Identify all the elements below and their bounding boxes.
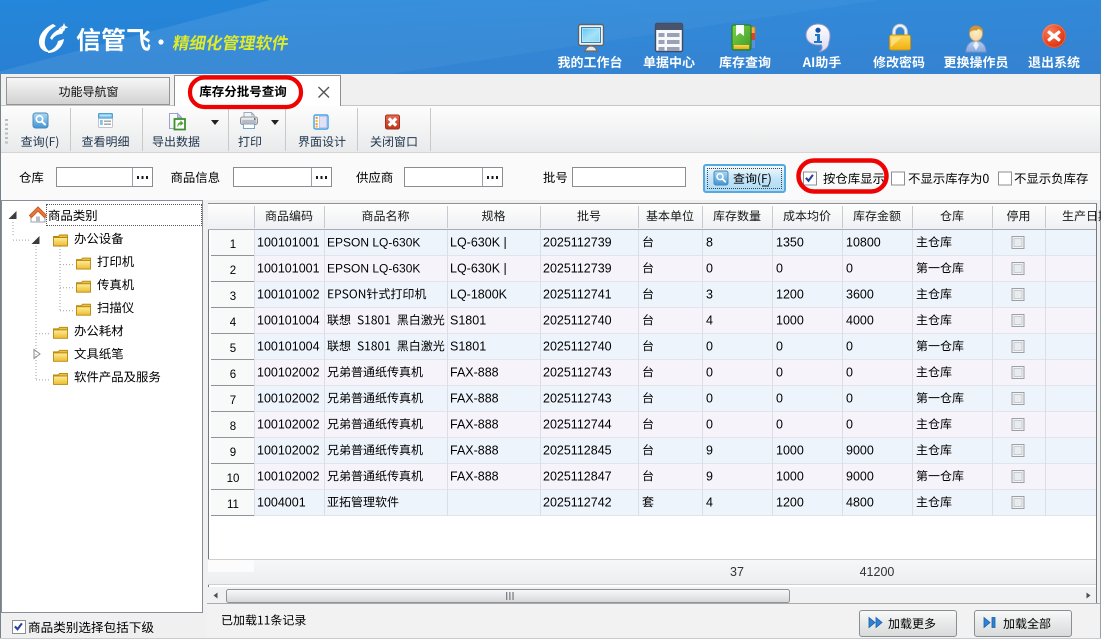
svg-text:2: 2 <box>230 265 236 277</box>
svg-text:9000: 9000 <box>846 469 874 483</box>
svg-text:1350: 1350 <box>776 235 804 249</box>
svg-text:4800: 4800 <box>846 495 874 509</box>
svg-text:0: 0 <box>846 261 853 275</box>
svg-text:FAX-888: FAX-888 <box>450 391 499 405</box>
svg-text:0: 0 <box>776 261 783 275</box>
svg-text:1004001: 1004001 <box>257 495 306 509</box>
svg-text:100101001: 100101001 <box>257 235 320 249</box>
svg-text:100102002: 100102002 <box>257 391 320 405</box>
svg-text:4000: 4000 <box>846 313 874 327</box>
svg-text:0: 0 <box>776 391 783 405</box>
svg-text:S1801: S1801 <box>450 313 486 327</box>
svg-text:41200: 41200 <box>860 565 895 579</box>
svg-text:1200: 1200 <box>776 287 804 301</box>
svg-text:0: 0 <box>776 417 783 431</box>
svg-text:0: 0 <box>846 391 853 405</box>
svg-text:11: 11 <box>227 499 239 511</box>
svg-text:100101004: 100101004 <box>257 339 320 353</box>
svg-text:10800: 10800 <box>846 235 881 249</box>
svg-text:1: 1 <box>230 239 236 251</box>
svg-text:2025112847: 2025112847 <box>543 469 612 483</box>
svg-text:S1801: S1801 <box>450 339 486 353</box>
svg-text:EPSON LQ-630K: EPSON LQ-630K <box>327 235 420 249</box>
svg-text:1000: 1000 <box>776 443 804 457</box>
svg-text:FAX-888: FAX-888 <box>450 417 499 431</box>
svg-text:FAX-888: FAX-888 <box>450 365 499 379</box>
svg-text:0: 0 <box>846 365 853 379</box>
svg-text:3: 3 <box>706 287 713 301</box>
svg-text:100101002: 100101002 <box>257 287 320 301</box>
svg-text:8: 8 <box>706 235 713 249</box>
svg-text:100101001: 100101001 <box>257 261 320 275</box>
svg-text:2025112740: 2025112740 <box>543 313 612 327</box>
svg-text:9: 9 <box>706 443 713 457</box>
svg-text:1000: 1000 <box>776 313 804 327</box>
svg-text:LQ-1800K: LQ-1800K <box>450 287 508 301</box>
svg-text:6: 6 <box>230 369 236 381</box>
svg-text:100102002: 100102002 <box>257 365 320 379</box>
svg-text:9: 9 <box>230 447 236 459</box>
svg-text:9: 9 <box>706 469 713 483</box>
svg-text:2025112740: 2025112740 <box>543 339 612 353</box>
svg-text:10: 10 <box>227 473 240 485</box>
svg-text:0: 0 <box>776 365 783 379</box>
svg-text:8: 8 <box>230 421 236 433</box>
svg-text:2025112742: 2025112742 <box>543 495 612 509</box>
svg-text:0: 0 <box>706 391 713 405</box>
svg-text:100102002: 100102002 <box>257 417 320 431</box>
svg-text:0: 0 <box>846 339 853 353</box>
svg-text:2025112743: 2025112743 <box>543 391 612 405</box>
svg-text:9000: 9000 <box>846 443 874 457</box>
svg-text:1000: 1000 <box>776 469 804 483</box>
svg-text:LQ-630K |: LQ-630K | <box>450 235 507 249</box>
svg-text:FAX-888: FAX-888 <box>450 443 499 457</box>
svg-text:4: 4 <box>706 313 713 327</box>
svg-text:2025112741: 2025112741 <box>543 287 612 301</box>
svg-text:EPSON LQ-630K: EPSON LQ-630K <box>327 261 420 275</box>
svg-text:2025112744: 2025112744 <box>543 417 612 431</box>
svg-text:2025112739: 2025112739 <box>543 235 612 249</box>
svg-text:5: 5 <box>230 343 236 355</box>
svg-text:0: 0 <box>706 339 713 353</box>
svg-text:3: 3 <box>230 291 236 303</box>
svg-text:0: 0 <box>776 339 783 353</box>
svg-text:3600: 3600 <box>846 287 874 301</box>
svg-text:2025112845: 2025112845 <box>543 443 612 457</box>
svg-text:100102002: 100102002 <box>257 443 320 457</box>
svg-text:LQ-630K |: LQ-630K | <box>450 261 507 275</box>
svg-text:7: 7 <box>230 395 236 407</box>
svg-text:0: 0 <box>706 417 713 431</box>
svg-text:4: 4 <box>706 495 713 509</box>
svg-text:100102002: 100102002 <box>257 469 320 483</box>
svg-text:2025112743: 2025112743 <box>543 365 612 379</box>
svg-text:0: 0 <box>706 261 713 275</box>
svg-text:4: 4 <box>230 317 237 329</box>
svg-text:0: 0 <box>706 365 713 379</box>
svg-text:37: 37 <box>730 565 744 579</box>
svg-text:FAX-888: FAX-888 <box>450 469 499 483</box>
svg-text:2025112739: 2025112739 <box>543 261 612 275</box>
svg-text:1200: 1200 <box>776 495 804 509</box>
svg-text:100101004: 100101004 <box>257 313 320 327</box>
svg-text:0: 0 <box>846 417 853 431</box>
